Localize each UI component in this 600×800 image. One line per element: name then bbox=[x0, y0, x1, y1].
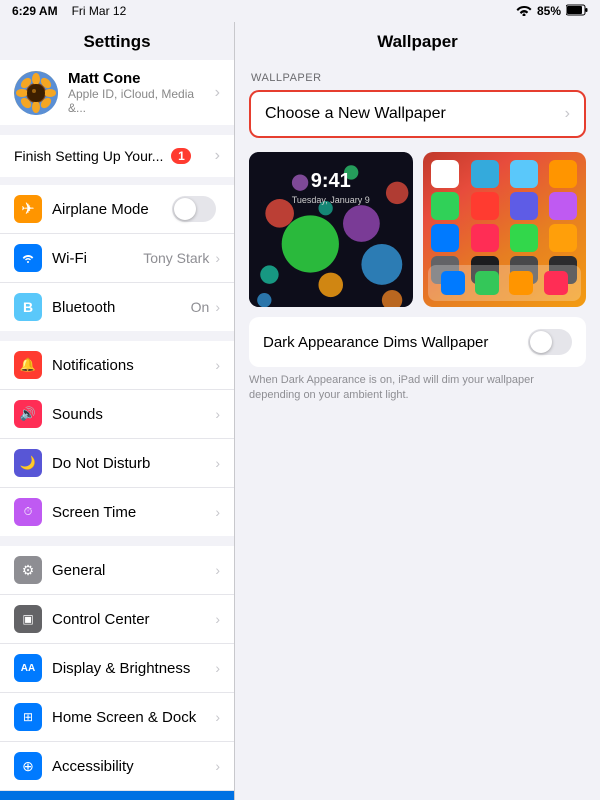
wifi-value: Tony Stark bbox=[143, 250, 209, 266]
wallpaper-panel: Wallpaper WALLPAPER Choose a New Wallpap… bbox=[235, 22, 600, 800]
bluetooth-chevron-icon: › bbox=[215, 299, 220, 315]
sidebar-item-accessibility[interactable]: ⊕ Accessibility › bbox=[0, 742, 234, 791]
wifi-settings-icon bbox=[14, 244, 42, 272]
status-date: Fri Mar 12 bbox=[72, 4, 127, 18]
status-time: 6:29 AM bbox=[12, 4, 58, 18]
profile-subtitle: Apple ID, iCloud, Media &... bbox=[68, 87, 215, 115]
sounds-icon: 🔊 bbox=[14, 400, 42, 428]
control-center-icon: ▣ bbox=[14, 605, 42, 633]
battery-text: 85% bbox=[537, 4, 561, 18]
dark-appearance-toggle-thumb bbox=[530, 331, 552, 353]
lock-screen-date: Tuesday, January 9 bbox=[292, 195, 370, 205]
settings-group-alerts: 🔔 Notifications › 🔊 Sounds › 🌙 Do Not Di… bbox=[0, 341, 234, 536]
bluetooth-label: Bluetooth bbox=[52, 299, 191, 316]
wifi-icon bbox=[516, 4, 532, 19]
display-label: Display & Brightness bbox=[52, 660, 215, 677]
airplane-mode-toggle[interactable] bbox=[172, 196, 216, 222]
wallpaper-panel-title: Wallpaper bbox=[235, 22, 600, 60]
sidebar-item-wifi[interactable]: Wi-Fi Tony Stark › bbox=[0, 234, 234, 283]
display-icon: AA bbox=[14, 654, 42, 682]
airplane-mode-icon: ✈ bbox=[14, 195, 42, 223]
notifications-label: Notifications bbox=[52, 357, 215, 374]
notifications-chevron-icon: › bbox=[215, 357, 220, 373]
dnd-chevron-icon: › bbox=[215, 455, 220, 471]
sidebar-item-general[interactable]: ⚙ General › bbox=[0, 546, 234, 595]
home-screen-preview[interactable] bbox=[423, 152, 587, 307]
sounds-label: Sounds bbox=[52, 406, 215, 423]
screen-time-icon: ⏱ bbox=[14, 498, 42, 526]
accessibility-chevron-icon: › bbox=[215, 758, 220, 774]
home-screen-label: Home Screen & Dock bbox=[52, 709, 215, 726]
sidebar: Settings bbox=[0, 22, 235, 800]
finish-setup-row[interactable]: Finish Setting Up Your... 1 › bbox=[0, 135, 234, 177]
general-label: General bbox=[52, 562, 215, 579]
sidebar-item-airplane-mode[interactable]: ✈ Airplane Mode bbox=[0, 185, 234, 234]
sidebar-item-do-not-disturb[interactable]: 🌙 Do Not Disturb › bbox=[0, 439, 234, 488]
sidebar-item-notifications[interactable]: 🔔 Notifications › bbox=[0, 341, 234, 390]
control-center-chevron-icon: › bbox=[215, 611, 220, 627]
profile-chevron-icon: › bbox=[215, 84, 220, 102]
screen-time-label: Screen Time bbox=[52, 504, 215, 521]
profile-row[interactable]: Matt Cone Apple ID, iCloud, Media &... › bbox=[0, 60, 234, 125]
bluetooth-icon: B bbox=[14, 293, 42, 321]
notifications-icon: 🔔 bbox=[14, 351, 42, 379]
screen-time-chevron-icon: › bbox=[215, 504, 220, 520]
sidebar-title: Settings bbox=[0, 22, 234, 60]
sidebar-item-display-brightness[interactable]: AA Display & Brightness › bbox=[0, 644, 234, 693]
sidebar-item-wallpaper[interactable]: ✦ Wallpaper › bbox=[0, 791, 234, 800]
dark-appearance-toggle[interactable] bbox=[528, 329, 572, 355]
wifi-chevron-icon: › bbox=[215, 250, 220, 266]
bluetooth-value: On bbox=[191, 299, 210, 315]
finish-setup-label: Finish Setting Up Your... bbox=[14, 148, 163, 164]
sounds-chevron-icon: › bbox=[215, 406, 220, 422]
wallpaper-previews: 9:41 Tuesday, January 9 bbox=[249, 152, 586, 307]
wifi-label: Wi-Fi bbox=[52, 250, 143, 267]
dark-appearance-description: When Dark Appearance is on, iPad will di… bbox=[235, 367, 600, 416]
sidebar-item-bluetooth[interactable]: B Bluetooth On › bbox=[0, 283, 234, 331]
general-icon: ⚙ bbox=[14, 556, 42, 584]
dark-appearance-label: Dark Appearance Dims Wallpaper bbox=[263, 334, 528, 351]
finish-setup-badge: 1 bbox=[171, 148, 191, 164]
airplane-mode-label: Airplane Mode bbox=[52, 201, 172, 218]
general-chevron-icon: › bbox=[215, 562, 220, 578]
display-chevron-icon: › bbox=[215, 660, 220, 676]
wallpaper-section-label: WALLPAPER bbox=[235, 60, 600, 90]
dark-appearance-row: Dark Appearance Dims Wallpaper bbox=[249, 317, 586, 367]
dnd-icon: 🌙 bbox=[14, 449, 42, 477]
choose-wallpaper-label: Choose a New Wallpaper bbox=[265, 105, 565, 123]
sidebar-item-control-center[interactable]: ▣ Control Center › bbox=[0, 595, 234, 644]
sidebar-item-screen-time[interactable]: ⏱ Screen Time › bbox=[0, 488, 234, 536]
avatar bbox=[14, 71, 58, 115]
dnd-label: Do Not Disturb bbox=[52, 455, 215, 472]
home-screen-chevron-icon: › bbox=[215, 709, 220, 725]
lock-screen-time: 9:41 bbox=[311, 170, 351, 193]
accessibility-icon: ⊕ bbox=[14, 752, 42, 780]
accessibility-label: Accessibility bbox=[52, 758, 215, 775]
profile-name: Matt Cone bbox=[68, 70, 215, 87]
status-bar: 6:29 AM Fri Mar 12 85% bbox=[0, 0, 600, 22]
choose-wallpaper-chevron-icon: › bbox=[565, 105, 570, 123]
choose-wallpaper-button[interactable]: Choose a New Wallpaper › bbox=[249, 90, 586, 138]
sidebar-item-sounds[interactable]: 🔊 Sounds › bbox=[0, 390, 234, 439]
settings-group-main: ⚙ General › ▣ Control Center › AA Displa… bbox=[0, 546, 234, 800]
settings-group-connectivity: ✈ Airplane Mode Wi-Fi Tony Stark › B Blu… bbox=[0, 185, 234, 331]
sidebar-item-home-screen[interactable]: ⊞ Home Screen & Dock › bbox=[0, 693, 234, 742]
control-center-label: Control Center bbox=[52, 611, 215, 628]
battery-icon bbox=[566, 4, 588, 19]
profile-info: Matt Cone Apple ID, iCloud, Media &... bbox=[68, 70, 215, 115]
finish-chevron-icon: › bbox=[215, 147, 220, 165]
lock-screen-preview[interactable]: 9:41 Tuesday, January 9 bbox=[249, 152, 413, 307]
home-screen-icon: ⊞ bbox=[14, 703, 42, 731]
